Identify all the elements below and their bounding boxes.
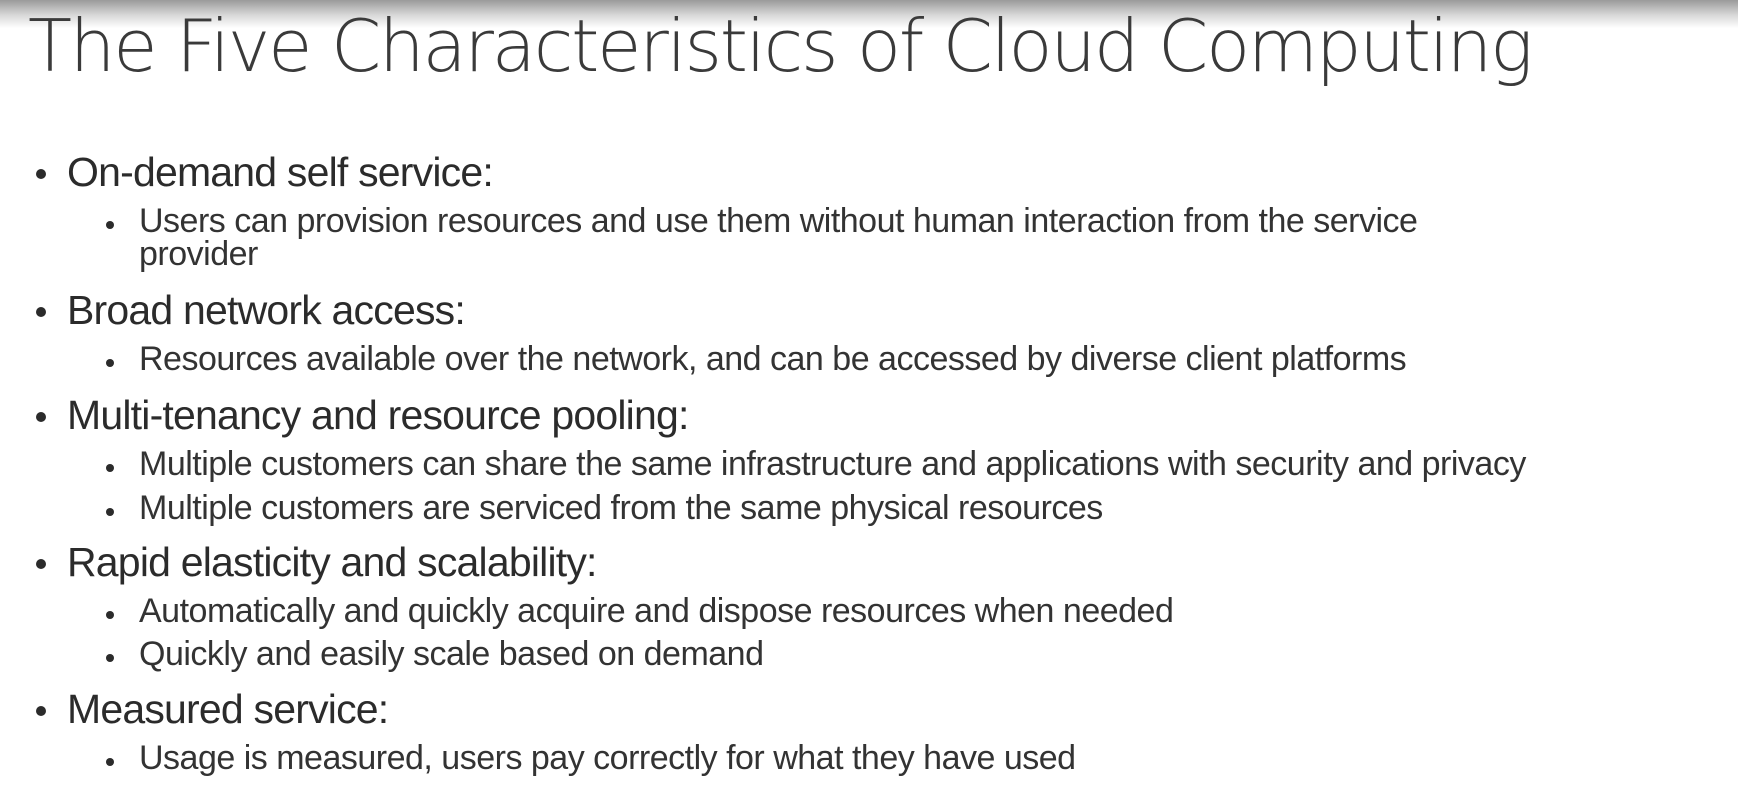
bullet-dot	[106, 758, 114, 766]
item-heading: Multi-tenancy and resource pooling:	[67, 392, 689, 438]
sub-item-text: Usage is measured, users pay correctly f…	[139, 739, 1076, 777]
sub-item-text: Users can provision resources and use th…	[139, 202, 1418, 240]
bullet-dot	[106, 464, 114, 472]
sub-item-text: Multiple customers can share the same in…	[139, 445, 1526, 483]
item-heading: Rapid elasticity and scalability:	[67, 539, 597, 585]
bullet-dot	[36, 412, 46, 422]
item-heading: Broad network access:	[67, 287, 466, 333]
sub-item-text: Multiple customers are serviced from the…	[139, 489, 1103, 527]
bullet-dot	[36, 559, 46, 569]
bullet-dot	[106, 359, 114, 367]
bullet-dot	[36, 307, 46, 317]
sub-item-text: provider	[139, 235, 258, 273]
sub-item-text: Quickly and easily scale based on demand	[139, 635, 764, 673]
slide: The Five Characteristics of Cloud Comput…	[0, 0, 1738, 790]
bullet-dot	[106, 654, 114, 662]
bullet-dot	[106, 508, 114, 516]
item-heading: On-demand self service:	[67, 149, 494, 195]
bullet-dot	[36, 706, 46, 716]
bullet-list: On-demand self service: Users can provis…	[0, 0, 1738, 790]
sub-item-text: Resources available over the network, an…	[139, 340, 1407, 378]
item-heading: Measured service:	[67, 686, 389, 732]
bullet-dot	[36, 169, 46, 179]
bullet-dot	[106, 611, 114, 619]
sub-item-text: Automatically and quickly acquire and di…	[139, 592, 1174, 630]
bullet-dot	[106, 221, 114, 229]
